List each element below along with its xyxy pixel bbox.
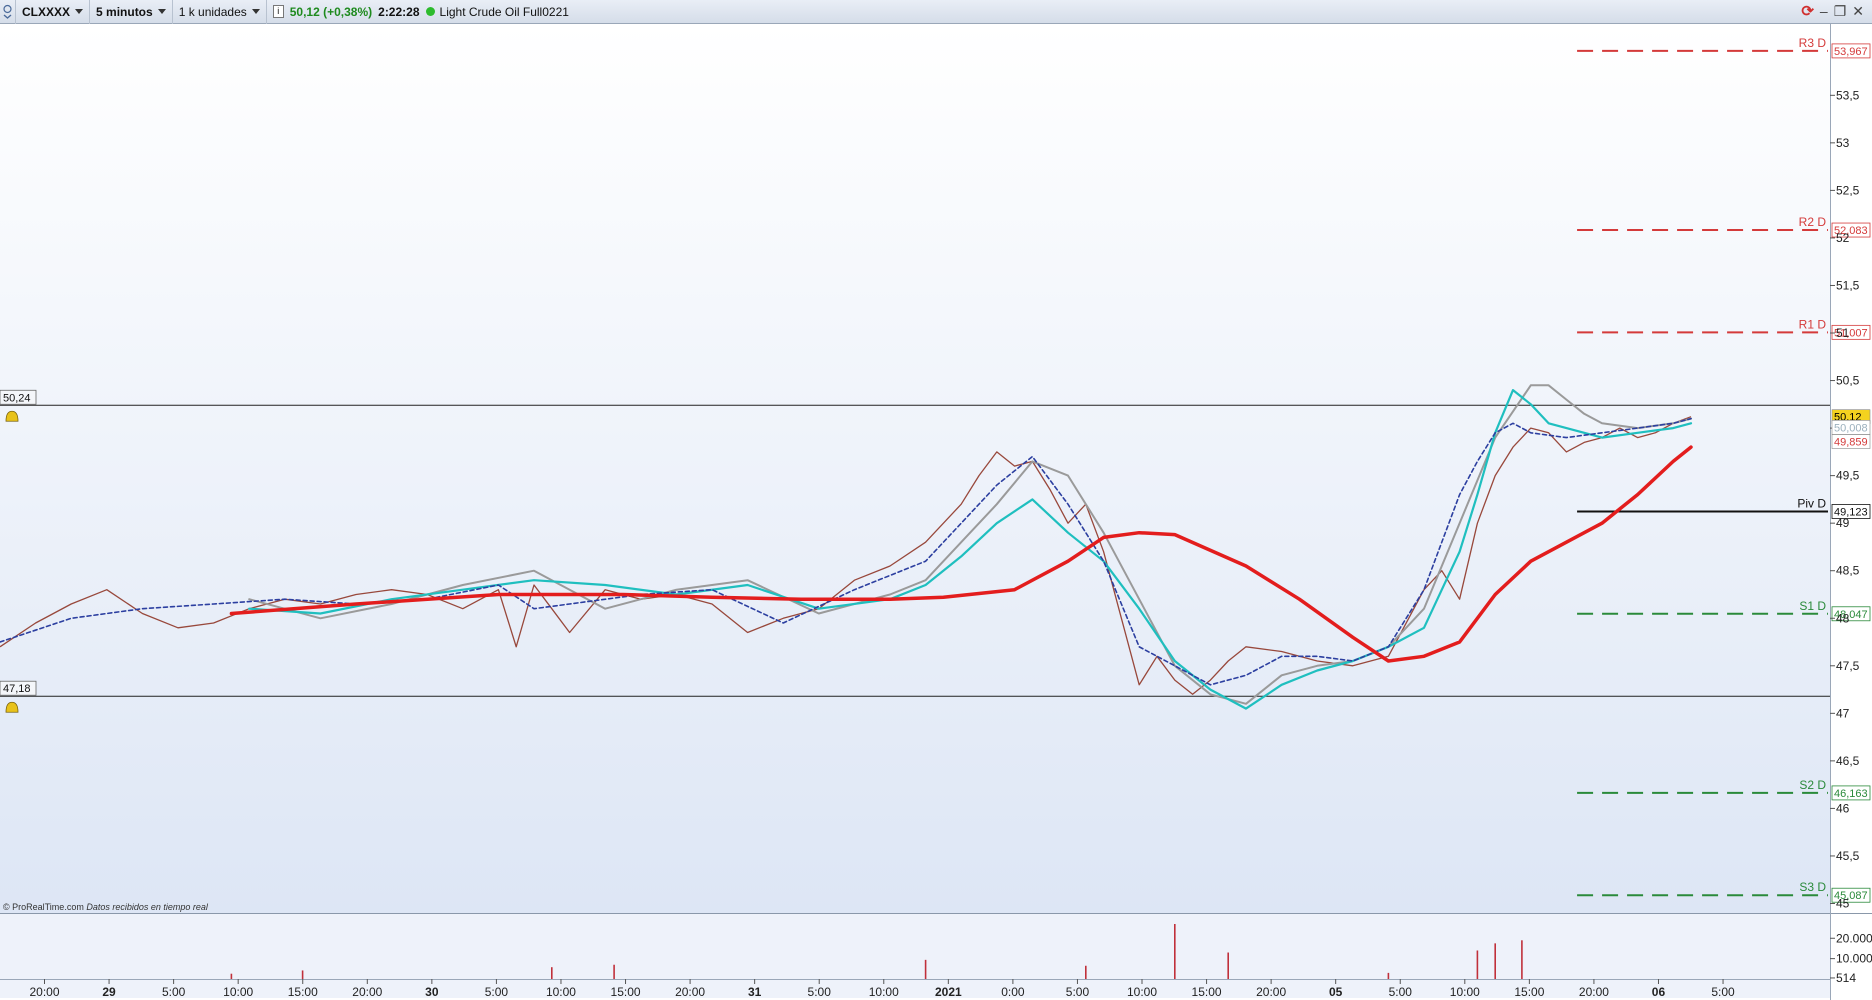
credit-note: Datos recibidos en tiempo real [86, 902, 208, 912]
x-tick-label: 20:00 [29, 985, 59, 999]
pivot-level-value: 53,967 [1834, 46, 1868, 58]
units-label: 1 k unidades [178, 4, 247, 19]
x-tick-label: 10:00 [223, 985, 253, 999]
y-tick-label: 52 [1836, 231, 1850, 245]
y-tick-label: 51 [1836, 326, 1850, 340]
y-tick-label: 51,5 [1836, 278, 1860, 292]
pivot-level-name: S2 D [1799, 778, 1826, 792]
pivot-level-name: R1 D [1799, 317, 1827, 331]
x-tick-label: 5:00 [1711, 985, 1735, 999]
x-tick-label: 5:00 [1389, 985, 1413, 999]
instrument-name: Light Crude Oil Full0221 [439, 4, 569, 19]
y-tick-label: 52,5 [1836, 183, 1860, 197]
price-tag-value: 49,859 [1834, 436, 1868, 448]
x-tick-label: 10:00 [1127, 985, 1157, 999]
realtime-status-icon [425, 7, 435, 16]
x-tick-label: 15:00 [1514, 985, 1544, 999]
pivot-level-name: S3 D [1799, 880, 1826, 894]
info-icon[interactable]: i [272, 5, 284, 18]
volume-tick-label: 514 [1836, 971, 1856, 985]
x-tick-label: 0:00 [1001, 985, 1025, 999]
x-tick-label: 5:00 [162, 985, 186, 999]
price-change: 50,12 (+0,38%) [289, 4, 373, 19]
pivot-level-value: 46,163 [1834, 788, 1868, 800]
x-tick-label: 20:00 [352, 985, 382, 999]
alert-bell-icon[interactable] [5, 701, 19, 713]
chevron-down-icon [251, 9, 260, 14]
y-tick-label: 45,5 [1836, 849, 1860, 863]
y-tick-label: 49,5 [1836, 469, 1860, 483]
x-tick-label: 5:00 [808, 985, 832, 999]
app-menu-icon [3, 4, 12, 19]
chevron-down-icon [75, 9, 84, 14]
y-tick-label: 47 [1836, 706, 1850, 720]
alert-value-label: 50,24 [3, 392, 31, 404]
minimize-icon[interactable]: – [1820, 3, 1828, 19]
price-tag-value: 50,008 [1834, 422, 1868, 434]
x-tick-label: 5:00 [1066, 985, 1090, 999]
y-tick-label: 48,5 [1836, 564, 1860, 578]
price-chart[interactable]: R3 D53,967R2 D52,083R1 D51,007Piv D49,12… [0, 24, 1872, 1000]
volume-tick-label: 20.000 [1836, 931, 1872, 945]
pivot-level-name: R3 D [1799, 36, 1827, 50]
chart-toolbar: CLXXXX 5 minutos 1 k unidades i 50,12 (+… [0, 0, 1872, 24]
y-tick-label: 53,5 [1836, 88, 1860, 102]
x-tick-label: 15:00 [1192, 985, 1222, 999]
y-tick-label: 53 [1836, 136, 1850, 150]
alert-value-label: 47,18 [3, 683, 31, 695]
symbol-label: CLXXXX [22, 4, 71, 19]
units-selector[interactable]: 1 k unidades [173, 0, 267, 24]
x-tick-label: 15:00 [611, 985, 641, 999]
quote-time: 2:22:28 [378, 4, 420, 19]
alert-bell-icon[interactable] [5, 410, 19, 422]
data-credit: © ProRealTime.com Datos recibidos en tie… [3, 902, 208, 912]
chevron-down-icon [157, 9, 166, 14]
symbol-selector[interactable]: CLXXXX [16, 0, 91, 24]
timeframe-label: 5 minutos [96, 4, 153, 19]
x-tick-label: 31 [748, 985, 762, 999]
x-tick-label: 5:00 [485, 985, 509, 999]
x-tick-label: 10:00 [546, 985, 576, 999]
y-tick-label: 48 [1836, 611, 1850, 625]
x-tick-label: 20:00 [1579, 985, 1609, 999]
pivot-level-name: Piv D [1797, 496, 1826, 510]
credit-brand: © ProRealTime.com [3, 902, 84, 912]
y-tick-label: 46,5 [1836, 754, 1860, 768]
pivot-level-name: S1 D [1799, 599, 1826, 613]
x-tick-label: 2021 [935, 985, 962, 999]
x-tick-label: 15:00 [288, 985, 318, 999]
price-panel-background [0, 24, 1830, 913]
x-tick-label: 20:00 [1256, 985, 1286, 999]
pivot-level-name: R2 D [1799, 215, 1827, 229]
x-tick-label: 10:00 [869, 985, 899, 999]
volume-tick-label: 10.000 [1836, 952, 1872, 966]
x-tick-label: 30 [425, 985, 439, 999]
y-tick-label: 45 [1836, 896, 1850, 910]
refresh-icon[interactable]: ⟳ [1801, 2, 1814, 20]
timeframe-selector[interactable]: 5 minutos [90, 0, 173, 24]
x-tick-label: 06 [1652, 985, 1666, 999]
x-tick-label: 10:00 [1450, 985, 1480, 999]
y-tick-label: 49 [1836, 516, 1850, 530]
window-controls: ⟳ – ❐ ✕ [1801, 2, 1864, 21]
app-menu-button[interactable] [0, 0, 16, 24]
x-tick-label: 29 [102, 985, 116, 999]
close-icon[interactable]: ✕ [1852, 3, 1864, 20]
volume-panel-background [0, 914, 1830, 998]
x-tick-label: 05 [1329, 985, 1343, 999]
y-tick-label: 47,5 [1836, 659, 1860, 673]
y-tick-label: 50,5 [1836, 374, 1860, 388]
x-tick-label: 20:00 [675, 985, 705, 999]
quote-panel: i 50,12 (+0,38%) 2:22:28 Light Crude Oil… [267, 0, 575, 24]
y-tick-label: 46 [1836, 801, 1850, 815]
restore-icon[interactable]: ❐ [1834, 3, 1847, 20]
